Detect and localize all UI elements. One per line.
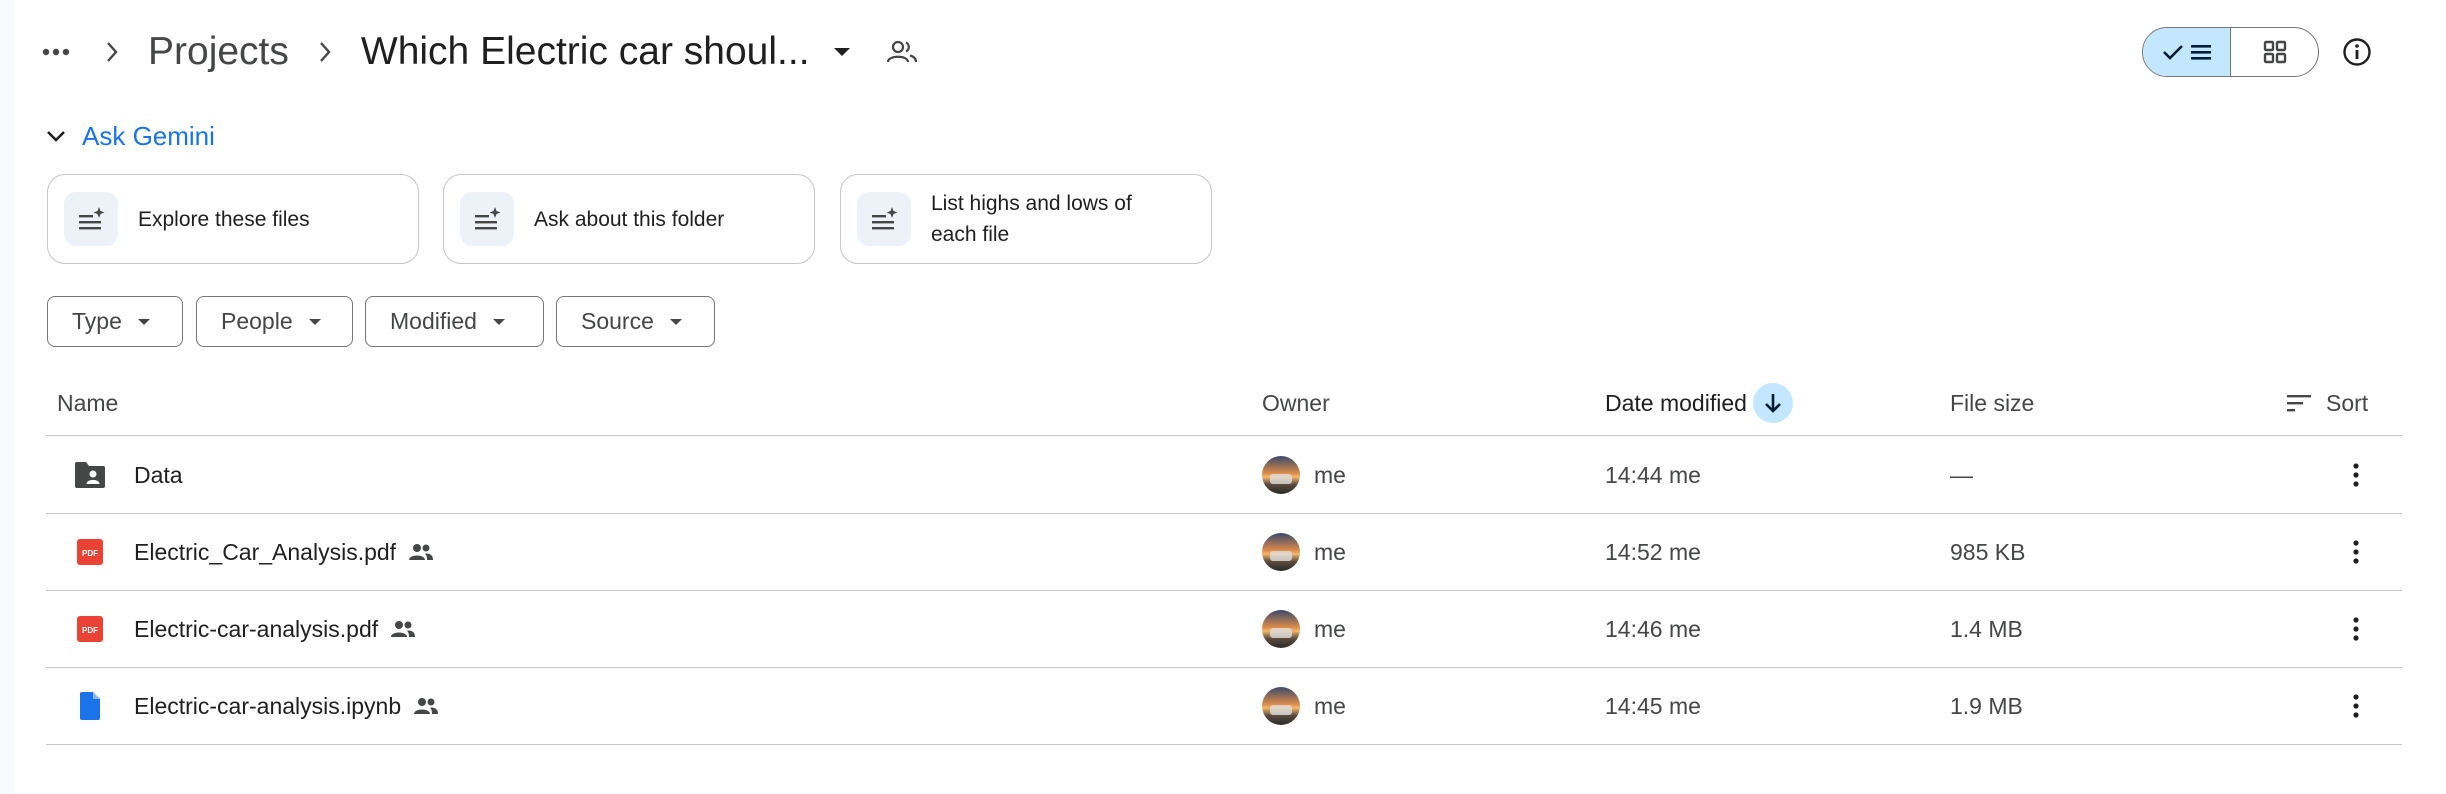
column-header-name[interactable]: Name xyxy=(57,370,118,436)
file-name: Electric-car-analysis.ipynb xyxy=(134,692,402,719)
filter-source[interactable]: Source xyxy=(556,296,715,347)
left-edge-panel xyxy=(0,0,14,794)
file-name: Electric_Car_Analysis.pdf xyxy=(134,538,397,565)
shared-folder-icon xyxy=(72,457,108,493)
avatar xyxy=(1262,456,1300,494)
suggestion-text: List highs and lows of each file xyxy=(931,192,1132,246)
owner: me xyxy=(1314,692,1346,719)
file-name: Electric-car-analysis.pdf xyxy=(134,615,379,642)
document-icon xyxy=(72,688,108,724)
svg-text:PDF: PDF xyxy=(82,626,98,635)
more-horiz-icon[interactable] xyxy=(36,32,76,72)
chevron-right-icon xyxy=(305,32,345,72)
sparkle-list-icon xyxy=(64,192,118,246)
table-row[interactable]: Data me 14:44 me — xyxy=(46,437,2402,514)
more-vert-icon[interactable] xyxy=(2336,532,2376,572)
avatar xyxy=(1262,687,1300,725)
ask-gemini-label: Ask Gemini xyxy=(82,120,215,151)
view-toggle xyxy=(2142,27,2319,77)
filter-label: Modified xyxy=(390,308,477,334)
pdf-icon: PDF xyxy=(72,534,108,570)
owner: me xyxy=(1314,615,1346,642)
sort-direction-arrow-down-icon[interactable] xyxy=(1752,383,1793,423)
caret-down-icon xyxy=(492,318,505,325)
pdf-icon: PDF xyxy=(72,611,108,647)
column-header-date-label: Date modified xyxy=(1605,389,1747,416)
file-size: 1.4 MB xyxy=(1950,615,2023,642)
file-name: Data xyxy=(134,461,183,488)
table-header: Name Owner Date modified File size Sort xyxy=(46,370,2402,436)
date-modified: 14:46 me xyxy=(1605,615,1701,642)
file-size: — xyxy=(1950,461,1973,488)
filter-modified[interactable]: Modified xyxy=(365,296,544,347)
ask-gemini-toggle[interactable]: Ask Gemini xyxy=(46,116,215,156)
sort-label: Sort xyxy=(2326,389,2369,416)
suggestion-text: Ask about this folder xyxy=(534,207,725,231)
column-header-file-size[interactable]: File size xyxy=(1950,370,2034,436)
sparkle-list-icon xyxy=(857,192,911,246)
caret-down-icon xyxy=(308,318,321,325)
chevron-down-icon xyxy=(47,131,65,142)
column-header-date-modified[interactable]: Date modified xyxy=(1605,370,1793,436)
sparkle-list-icon xyxy=(460,192,514,246)
filter-people[interactable]: People xyxy=(196,296,353,347)
date-modified: 14:52 me xyxy=(1605,538,1701,565)
column-header-owner[interactable]: Owner xyxy=(1262,370,1330,436)
date-modified: 14:44 me xyxy=(1605,461,1701,488)
shared-people-icon xyxy=(408,543,434,561)
filter-type[interactable]: Type xyxy=(47,296,183,347)
filter-label: Type xyxy=(72,308,122,334)
gemini-suggestion-explore[interactable]: Explore these files xyxy=(47,174,419,264)
date-modified: 14:45 me xyxy=(1605,692,1701,719)
folder-menu-dropdown-icon[interactable] xyxy=(820,30,864,74)
table-row[interactable]: PDF Electric_Car_Analysis.pdf me 14:52 m… xyxy=(46,514,2402,591)
owner: me xyxy=(1314,461,1346,488)
file-size: 985 KB xyxy=(1950,538,2026,565)
info-icon[interactable] xyxy=(2335,30,2379,74)
breadcrumb: Projects Which Electric car shoul... xyxy=(36,22,924,82)
shared-people-icon xyxy=(390,620,416,638)
breadcrumb-projects[interactable]: Projects xyxy=(148,30,289,74)
avatar xyxy=(1262,610,1300,648)
folder-title[interactable]: Which Electric car shoul... xyxy=(361,30,810,74)
checkmark-icon xyxy=(2162,45,2183,60)
chevron-right-icon xyxy=(92,32,132,72)
more-vert-icon[interactable] xyxy=(2336,609,2376,649)
caret-down-icon xyxy=(669,318,682,325)
filter-label: Source xyxy=(581,308,654,334)
table-row[interactable]: PDF Electric-car-analysis.pdf me 14:46 m… xyxy=(46,591,2402,668)
gemini-suggestion-ask-folder[interactable]: Ask about this folder xyxy=(443,174,815,264)
list-view-button[interactable] xyxy=(2143,28,2231,76)
caret-down-icon xyxy=(137,318,150,325)
more-vert-icon[interactable] xyxy=(2336,455,2376,495)
table-row[interactable]: Electric-car-analysis.ipynb me 14:45 me … xyxy=(46,668,2402,745)
gemini-suggestion-highs-lows[interactable]: List highs and lows of each file xyxy=(840,174,1212,264)
sort-lines-icon xyxy=(2287,395,2311,412)
suggestion-text: Explore these files xyxy=(138,207,310,231)
grid-view-button[interactable] xyxy=(2231,28,2318,76)
avatar xyxy=(1262,533,1300,571)
more-vert-icon[interactable] xyxy=(2336,686,2376,726)
grid-icon xyxy=(2263,40,2286,64)
owner: me xyxy=(1314,538,1346,565)
svg-text:PDF: PDF xyxy=(82,549,98,558)
shared-folder-people-icon[interactable] xyxy=(880,30,924,74)
sort-button[interactable]: Sort xyxy=(2286,370,2368,436)
shared-people-icon xyxy=(413,697,439,715)
filter-label: People xyxy=(221,308,293,334)
file-size: 1.9 MB xyxy=(1950,692,2023,719)
list-icon xyxy=(2190,45,2211,60)
